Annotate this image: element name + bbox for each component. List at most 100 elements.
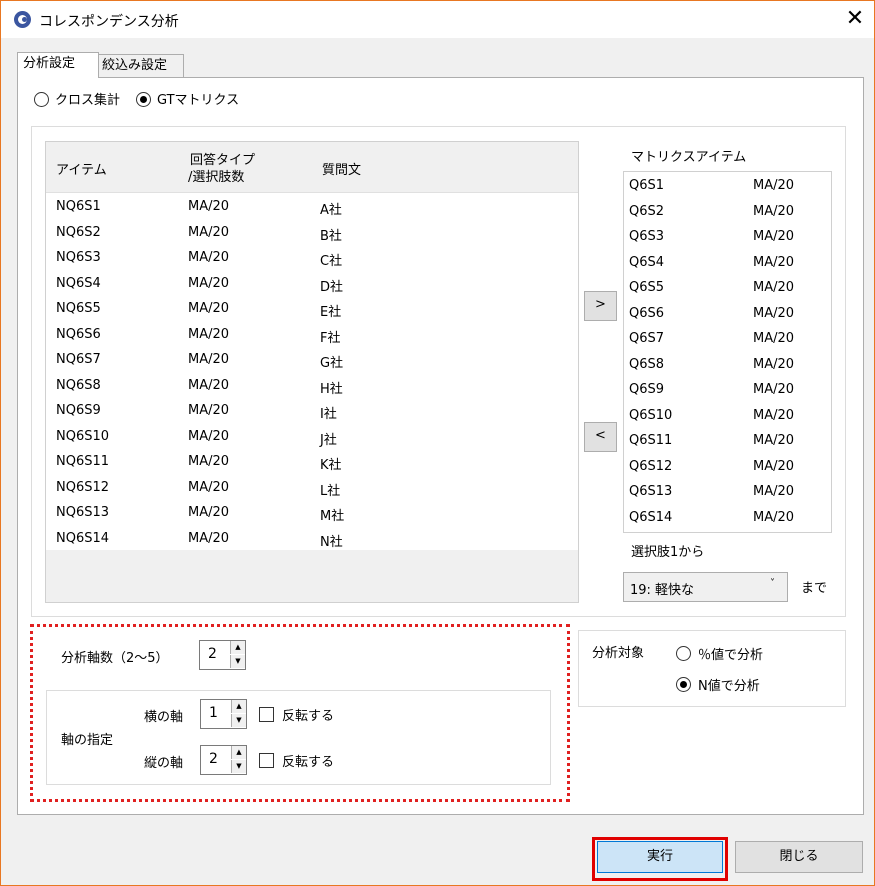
- table-row[interactable]: NQ6S12 MA/20 L社: [46, 476, 578, 501]
- table-row[interactable]: NQ6S3 MA/20 C社: [46, 246, 578, 271]
- radio-gt-matrix[interactable]: [136, 92, 151, 107]
- table-row[interactable]: NQ6S7 MA/20 G社: [46, 348, 578, 373]
- type-cell: MA/20: [188, 224, 230, 240]
- analysis-target-label: 分析対象: [592, 646, 645, 661]
- table-row[interactable]: NQ6S11 MA/20 K社: [46, 450, 578, 475]
- radio-percent-label: ％値で分析: [698, 648, 764, 663]
- header-item[interactable]: アイテム: [56, 159, 107, 178]
- type-cell: MA/20: [188, 377, 230, 393]
- question-cell: D社: [320, 279, 344, 295]
- question-cell: H社: [320, 381, 343, 397]
- question-cell: J社: [320, 432, 337, 448]
- matrix-type-cell: MA/20: [753, 484, 795, 499]
- item-cell: NQ6S8: [56, 377, 101, 393]
- matrix-item-cell: Q6S1: [629, 178, 665, 193]
- item-cell: NQ6S6: [56, 326, 101, 342]
- radio-n-value[interactable]: [676, 677, 691, 692]
- list-item[interactable]: Q6S14 MA/20: [624, 506, 829, 531]
- matrix-item-list[interactable]: Q6S1 MA/20 Q6S2 MA/20 Q6S3 MA/20 Q6S4 MA/20 Q6S5…: [623, 171, 832, 533]
- question-cell: G社: [320, 356, 344, 371]
- type-cell: MA/20: [188, 199, 230, 214]
- range-to-select[interactable]: 19: 軽快な ˅: [623, 572, 788, 602]
- list-item[interactable]: Q6S7 MA/20: [624, 327, 829, 352]
- remove-from-matrix-button[interactable]: <: [584, 422, 617, 452]
- table-row[interactable]: NQ6S10 MA/20 J社: [46, 425, 578, 450]
- matrix-item-cell: Q6S11: [629, 433, 673, 448]
- close-icon[interactable]: ✕: [837, 5, 873, 33]
- matrix-item-cell: Q6S6: [629, 305, 665, 321]
- list-item[interactable]: Q6S10 MA/20: [624, 404, 829, 429]
- matrix-item-cell: Q6S7: [629, 331, 665, 346]
- item-cell: NQ6S13: [56, 505, 110, 520]
- list-item[interactable]: Q6S4 MA/20: [624, 251, 829, 276]
- matrix-type-cell: MA/20: [753, 382, 795, 397]
- radio-cross-tab-label: クロス集計: [55, 93, 121, 108]
- add-to-matrix-button[interactable]: >: [584, 291, 617, 321]
- type-cell: MA/20: [188, 250, 230, 265]
- close-button[interactable]: 閉じる: [735, 841, 863, 873]
- list-item[interactable]: Q6S3 MA/20: [624, 225, 829, 250]
- table-row[interactable]: NQ6S5 MA/20 E社: [46, 297, 578, 322]
- question-cell: C社: [320, 254, 343, 269]
- radio-gt-matrix-label: GTマトリクス: [157, 93, 240, 108]
- question-cell: E社: [320, 305, 342, 320]
- list-item[interactable]: Q6S13 MA/20: [624, 480, 829, 505]
- app-logo-icon: [14, 11, 31, 28]
- matrix-type-cell: MA/20: [753, 509, 795, 525]
- header-question[interactable]: 質問文: [322, 159, 361, 178]
- radio-percent[interactable]: [676, 646, 691, 661]
- matrix-item-cell: Q6S8: [629, 356, 665, 372]
- question-cell: N社: [320, 534, 343, 550]
- matrix-items-label: マトリクスアイテム: [631, 150, 747, 165]
- table-row[interactable]: NQ6S13 MA/20 M社: [46, 501, 578, 526]
- radio-n-value-label: N値で分析: [698, 679, 760, 694]
- list-item[interactable]: Q6S8 MA/20: [624, 353, 829, 378]
- list-item[interactable]: Q6S9 MA/20: [624, 378, 829, 403]
- question-cell: F社: [320, 330, 341, 346]
- matrix-type-cell: MA/20: [753, 407, 795, 423]
- range-from-label: 選択肢1から: [631, 545, 705, 560]
- list-item[interactable]: Q6S6 MA/20: [624, 302, 829, 327]
- radio-cross-tab[interactable]: [34, 92, 49, 107]
- type-cell: MA/20: [188, 454, 230, 469]
- table-row[interactable]: NQ6S8 MA/20 H社: [46, 374, 578, 399]
- tab-filter-settings[interactable]: 絞込み設定: [96, 54, 184, 78]
- matrix-item-cell: Q6S9: [629, 382, 665, 397]
- list-item[interactable]: Q6S5 MA/20: [624, 276, 829, 301]
- table-row[interactable]: NQ6S6 MA/20 F社: [46, 323, 578, 348]
- axes-highlight-frame: [30, 624, 570, 802]
- type-cell: MA/20: [188, 301, 230, 316]
- header-type-sub[interactable]: /選択肢数: [188, 166, 244, 185]
- list-item[interactable]: Q6S2 MA/20: [624, 200, 829, 225]
- matrix-item-cell: Q6S3: [629, 229, 665, 244]
- item-cell: NQ6S10: [56, 428, 110, 444]
- item-cell: NQ6S1: [56, 199, 101, 214]
- list-item[interactable]: Q6S1 MA/20: [624, 174, 829, 199]
- table-row[interactable]: NQ6S1 MA/20 A社: [46, 195, 578, 220]
- chevron-down-icon: ˅: [770, 578, 775, 589]
- item-cell: NQ6S14: [56, 530, 110, 546]
- matrix-type-cell: MA/20: [753, 254, 795, 270]
- item-list[interactable]: アイテム 回答タイプ /選択肢数 質問文 NQ6S1 MA/20 A社 NQ6S2 MA…: [45, 141, 579, 603]
- matrix-type-cell: MA/20: [753, 305, 795, 321]
- type-cell: MA/20: [188, 403, 230, 418]
- tab-analysis-settings[interactable]: 分析設定: [17, 52, 99, 78]
- matrix-type-cell: MA/20: [753, 280, 795, 295]
- item-cell: NQ6S7: [56, 352, 101, 367]
- matrix-item-cell: Q6S13: [629, 484, 673, 499]
- type-cell: MA/20: [188, 479, 230, 495]
- item-cell: NQ6S3: [56, 250, 101, 265]
- type-cell: MA/20: [188, 326, 230, 342]
- list-item[interactable]: Q6S11 MA/20: [624, 429, 829, 454]
- list-item[interactable]: Q6S12 MA/20: [624, 455, 829, 480]
- range-to-value: 19: 軽快な: [630, 583, 695, 598]
- table-row[interactable]: NQ6S9 MA/20 I社: [46, 399, 578, 424]
- matrix-item-cell: Q6S14: [629, 509, 673, 525]
- question-cell: A社: [320, 203, 342, 218]
- table-row[interactable]: NQ6S14 MA/20 N社: [46, 527, 578, 552]
- table-row[interactable]: NQ6S4 MA/20 D社: [46, 272, 578, 297]
- run-button-highlight: [592, 837, 728, 881]
- table-row[interactable]: NQ6S2 MA/20 B社: [46, 221, 578, 246]
- matrix-type-cell: MA/20: [753, 229, 795, 244]
- item-cell: NQ6S5: [56, 301, 101, 316]
